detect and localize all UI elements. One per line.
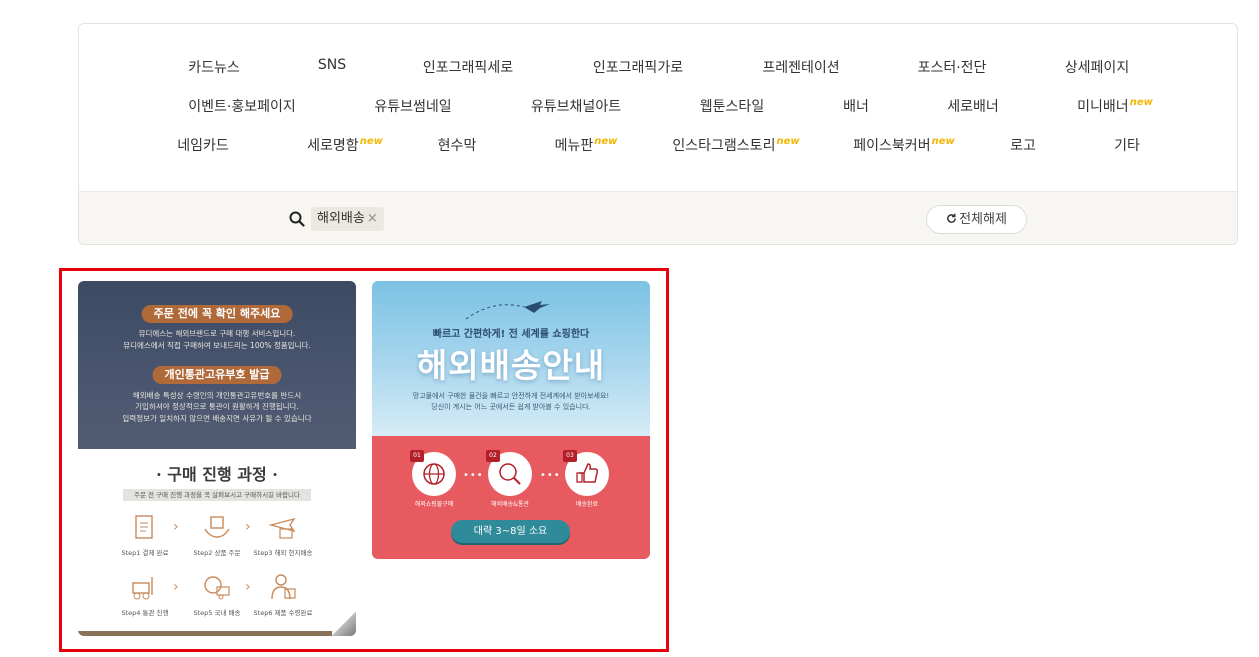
card1-customs-text-1: 해외배송 특성상 수령인의 개인통관고유번호를 반드시 — [132, 391, 302, 400]
airplane-icon — [465, 301, 550, 320]
card1-notice-text-1: 뮤디에스는 해외브랜드로 구매 대행 서비스입니다. — [138, 329, 296, 338]
forklift-icon — [132, 577, 153, 600]
filter-bar: 해외배송 × 전체해제 — [79, 191, 1237, 244]
step-6-label: Step6 제품 수령완료 — [253, 609, 313, 617]
step-4-label: Step4 통관 진행 — [121, 609, 169, 617]
step-3: Step3 해외 현지배송 — [248, 513, 318, 557]
step-3-label: Step3 해외 현지배송 — [253, 549, 313, 557]
category-panel: 카드뉴스 SNS 인포그래픽세로 인포그래픽가로 프레젠테이션 포스터·전단 상… — [78, 23, 1238, 245]
card1-customs-text-2: 기입하셔야 정상적으로 통관이 원활하게 진행됩니다. — [135, 402, 299, 411]
category-youtube-thumbnail[interactable]: 유튜브썸네일 — [374, 96, 451, 116]
card2-duration-badge: 대략 3~8일 소요 — [451, 520, 570, 543]
category-list: 카드뉴스 SNS 인포그래픽세로 인포그래픽가로 프레젠테이션 포스터·전단 상… — [79, 24, 1237, 191]
card2-step2-label: 해외배송&통관 — [491, 501, 529, 508]
new-badge: new — [594, 136, 618, 147]
step-1-label: Step1 결제 완료 — [121, 549, 169, 557]
category-menu-board-label: 메뉴판 — [554, 138, 594, 154]
airplane-icon — [268, 517, 296, 539]
card2-steps-section: 01 ••• 02 ••• 03 해외쇼핑몰구매 해외배송&통관 배송완료 대략… — [372, 436, 650, 559]
category-mini-banner-label: 미니배너 — [1077, 99, 1129, 115]
card1-notice-text-2: 뮤디에스에서 직접 구매하여 보내드리는 100% 정품입니다. — [123, 341, 311, 350]
category-card-news[interactable]: 카드뉴스 — [188, 57, 240, 77]
category-detail-page[interactable]: 상세페이지 — [1065, 57, 1129, 77]
category-webtoon-style[interactable]: 웹툰스타일 — [700, 96, 764, 116]
card2-step3-number: 03 — [563, 450, 577, 462]
card2-step1-label: 해외쇼핑몰구매 — [414, 501, 454, 508]
new-badge: new — [931, 136, 955, 147]
new-badge: new — [776, 136, 800, 147]
category-infographic-vertical[interactable]: 인포그래픽세로 — [423, 57, 513, 77]
card2-step1-number: 01 — [410, 450, 424, 462]
card2-desc-1: 망고몰에서 구매한 물건을 빠르고 안전하게 전세계에서 받아보세요! — [412, 392, 610, 400]
step-1: Step1 결제 완료 — [110, 513, 180, 557]
category-facebook-cover[interactable]: 페이스북커버new — [853, 135, 954, 155]
category-banner[interactable]: 배너 — [843, 96, 869, 116]
card2-desc-2: 당신이 계시는 어느 곳에서든 쉽게 받아볼 수 있습니다. — [431, 403, 591, 411]
category-etc[interactable]: 기타 — [1114, 135, 1140, 155]
card1-process-subtitle: 주문 전 구매 진행 과정을 꼭 살펴보시고 구매하시길 바랍니다 — [123, 489, 311, 501]
card2-step2-number: 02 — [486, 450, 500, 462]
step-4: Step4 통관 진행 — [110, 573, 180, 617]
category-youtube-channel-art[interactable]: 유튜브채널아트 — [531, 96, 621, 116]
search-icon — [289, 211, 305, 227]
card1-bottom-bar — [78, 631, 356, 636]
category-instagram-story[interactable]: 인스타그램스토리new — [672, 135, 799, 155]
card2-title: 해외배송안내 — [416, 346, 606, 385]
card1-customs-pill: 개인통관고유부호 발급 — [152, 366, 282, 384]
category-vertical-banner[interactable]: 세로배너 — [947, 96, 999, 116]
category-placard[interactable]: 현수막 — [438, 135, 477, 155]
category-event-promo[interactable]: 이벤트·홍보페이지 — [188, 96, 296, 116]
template-card-purchase-guide[interactable]: 주문 전에 꼭 확인 해주세요 뮤디에스는 해외브랜드로 구매 대행 서비스입니… — [78, 281, 356, 636]
remove-tag-icon[interactable]: × — [367, 211, 378, 226]
category-vertical-business-card[interactable]: 세로명함new — [307, 135, 383, 155]
chevron-right-icon: › — [173, 579, 179, 595]
card2-subtitle: 빠르고 간편하게! 전 세계를 쇼핑한다 — [432, 329, 590, 340]
category-vertical-business-card-label: 세로명함 — [307, 138, 359, 154]
card2-sky-section: 빠르고 간편하게! 전 세계를 쇼핑한다 해외배송안내 망고몰에서 구매한 물건… — [372, 281, 650, 436]
category-menu-board[interactable]: 메뉴판new — [555, 135, 618, 155]
new-badge: new — [359, 136, 383, 147]
chevron-right-icon: › — [173, 519, 179, 535]
category-sns[interactable]: SNS — [318, 57, 346, 73]
box-in-hands-icon — [204, 516, 230, 538]
dots-connector: ••• — [540, 470, 561, 481]
card1-process-section: · 구매 진행 과정 · 주문 전 구매 진행 과정을 꼭 살펴보시고 구매하시… — [78, 449, 356, 636]
filter-tag-label: 해외배송 — [317, 211, 365, 226]
category-name-card[interactable]: 네임카드 — [177, 135, 229, 155]
clipboard-icon — [135, 515, 153, 539]
step-5: Step5 국내 배송 — [182, 573, 252, 617]
delivery-truck-icon — [204, 576, 230, 600]
step-2-label: Step2 상품 주문 — [193, 549, 241, 557]
category-infographic-horizontal[interactable]: 인포그래픽가로 — [593, 57, 683, 77]
active-filter-tag: 해외배송 × — [311, 207, 384, 231]
new-badge: new — [1129, 97, 1153, 108]
reset-all-label: 전체해제 — [959, 212, 1007, 227]
refresh-icon — [947, 213, 956, 223]
step-6: Step6 제품 수령완료 — [248, 573, 318, 617]
category-facebook-cover-label: 페이스북커버 — [853, 138, 931, 154]
category-presentation[interactable]: 프레젠테이션 — [762, 57, 839, 77]
category-mini-banner[interactable]: 미니배너new — [1077, 96, 1153, 116]
dots-connector: ••• — [463, 470, 484, 481]
template-card-overseas-shipping[interactable]: 빠르고 간편하게! 전 세계를 쇼핑한다 해외배송안내 망고몰에서 구매한 물건… — [372, 281, 650, 559]
card1-process-title: · 구매 진행 과정 · — [156, 465, 278, 484]
category-poster-flyer[interactable]: 포스터·전단 — [918, 57, 987, 77]
reset-all-button[interactable]: 전체해제 — [926, 205, 1027, 234]
step-5-label: Step5 국내 배송 — [193, 609, 241, 617]
page-curl-icon — [332, 612, 356, 636]
card1-customs-text-3: 입력정보가 일치하지 않으면 배송지연 사유가 될 수 있습니다 — [122, 414, 312, 423]
card1-notice-section: 주문 전에 꼭 확인 해주세요 뮤디에스는 해외브랜드로 구매 대행 서비스입니… — [78, 281, 356, 449]
category-logo[interactable]: 로고 — [1010, 135, 1036, 155]
delivery-person-icon — [271, 574, 296, 600]
card2-step3-label: 배송완료 — [575, 501, 599, 508]
step-2: Step2 상품 주문 — [182, 513, 252, 557]
category-instagram-story-label: 인스타그램스토리 — [672, 138, 776, 154]
card1-notice-pill: 주문 전에 꼭 확인 해주세요 — [141, 305, 293, 323]
